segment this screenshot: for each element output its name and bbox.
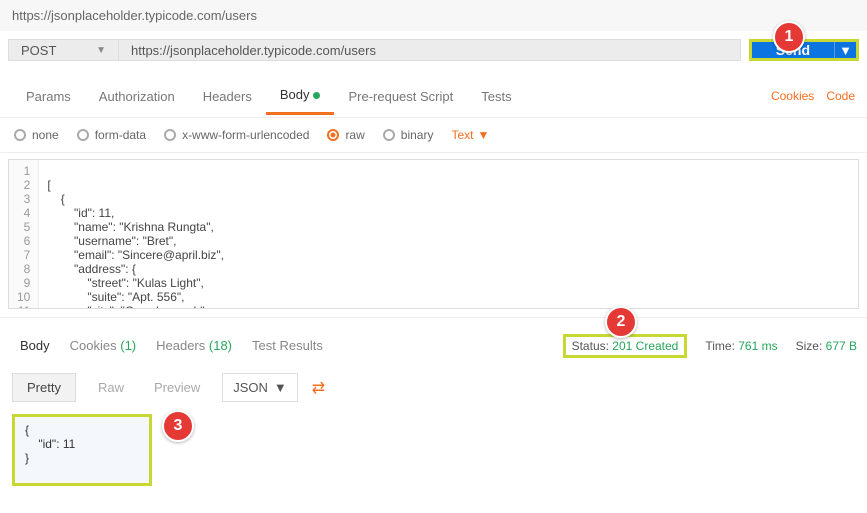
response-body: { "id": 11 } <box>12 414 152 486</box>
tab-tests[interactable]: Tests <box>467 79 525 114</box>
callout-3: 3 <box>162 410 194 442</box>
callout-1: 1 <box>773 21 805 53</box>
tab-params[interactable]: Params <box>12 79 85 114</box>
response-tab-headers[interactable]: Headers (18) <box>146 332 242 359</box>
method-select[interactable]: POST ▼ <box>8 39 118 61</box>
bodytype-binary[interactable]: binary <box>383 128 434 142</box>
bodytype-raw[interactable]: raw <box>327 128 364 142</box>
response-tab-cookies[interactable]: Cookies (1) <box>60 332 146 359</box>
format-select[interactable]: JSON▼ <box>222 373 298 402</box>
chevron-down-icon: ▼ <box>96 45 106 56</box>
request-body-editor[interactable]: 1234567891011 [ { "id": 11, "name": "Kri… <box>8 159 859 309</box>
bodytype-urlencoded[interactable]: x-www-form-urlencoded <box>164 128 309 142</box>
wrap-icon[interactable]: ⇄ <box>312 378 325 398</box>
time-stat: Time: 761 ms <box>705 339 777 353</box>
bodytype-formdata[interactable]: form-data <box>77 128 146 142</box>
chevron-down-icon: ▼ <box>477 128 489 142</box>
url-input[interactable]: https://jsonplaceholder.typicode.com/use… <box>118 39 741 61</box>
callout-2: 2 <box>605 306 637 338</box>
size-stat: Size: 677 B <box>796 339 857 353</box>
view-preview[interactable]: Preview <box>146 374 208 401</box>
tab-body[interactable]: Body <box>266 77 335 115</box>
view-raw[interactable]: Raw <box>90 374 132 401</box>
code-link[interactable]: Code <box>826 89 855 103</box>
send-dropdown[interactable]: ▼ <box>834 42 856 58</box>
tab-prerequest[interactable]: Pre-request Script <box>334 79 467 114</box>
address-bar[interactable] <box>12 8 332 23</box>
chevron-down-icon: ▼ <box>274 380 287 395</box>
content-type-select[interactable]: Text▼ <box>451 128 489 142</box>
response-tab-testresults[interactable]: Test Results <box>242 332 333 359</box>
tab-headers[interactable]: Headers <box>189 79 266 114</box>
tab-authorization[interactable]: Authorization <box>85 79 189 114</box>
bodytype-none[interactable]: none <box>14 128 59 142</box>
response-tab-body[interactable]: Body <box>10 332 60 359</box>
cookies-link[interactable]: Cookies <box>771 89 814 103</box>
method-value: POST <box>21 43 56 58</box>
view-pretty[interactable]: Pretty <box>12 373 76 402</box>
modified-dot-icon <box>313 92 320 99</box>
